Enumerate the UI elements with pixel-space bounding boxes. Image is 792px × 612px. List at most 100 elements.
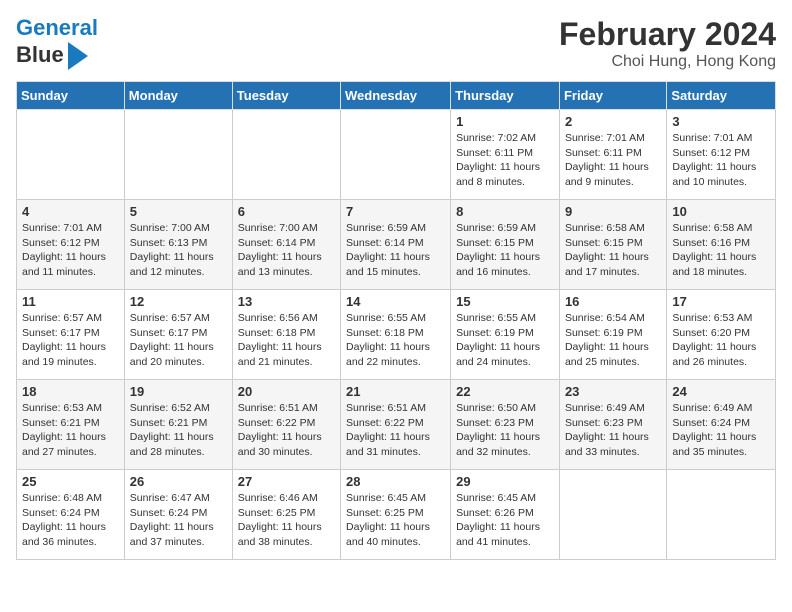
calendar-cell bbox=[559, 470, 666, 560]
calendar-cell bbox=[124, 110, 232, 200]
day-info: Sunrise: 6:55 AM Sunset: 6:19 PM Dayligh… bbox=[456, 311, 554, 370]
day-number: 9 bbox=[565, 204, 661, 219]
day-number: 14 bbox=[346, 294, 445, 309]
calendar-cell: 14 Sunrise: 6:55 AM Sunset: 6:18 PM Dayli… bbox=[341, 290, 451, 380]
calendar-cell: 15 Sunrise: 6:55 AM Sunset: 6:19 PM Dayli… bbox=[451, 290, 560, 380]
day-number: 16 bbox=[565, 294, 661, 309]
day-number: 8 bbox=[456, 204, 554, 219]
day-info: Sunrise: 6:58 AM Sunset: 6:16 PM Dayligh… bbox=[672, 221, 770, 280]
day-number: 10 bbox=[672, 204, 770, 219]
calendar-cell: 24Sunrise: 6:49 AM Sunset: 6:24 PM Dayli… bbox=[667, 380, 776, 470]
day-number: 22 bbox=[456, 384, 554, 399]
day-number: 27 bbox=[238, 474, 335, 489]
day-info: Sunrise: 6:51 AM Sunset: 6:22 PM Dayligh… bbox=[238, 401, 335, 460]
weekday-tuesday: Tuesday bbox=[232, 82, 340, 110]
weekday-monday: Monday bbox=[124, 82, 232, 110]
day-number: 18 bbox=[22, 384, 119, 399]
calendar-cell: 19 Sunrise: 6:52 AM Sunset: 6:21 PM Dayli… bbox=[124, 380, 232, 470]
calendar-cell: 4 Sunrise: 7:01 AM Sunset: 6:12 PM Daylig… bbox=[17, 200, 125, 290]
calendar-cell: 17Sunrise: 6:53 AM Sunset: 6:20 PM Dayli… bbox=[667, 290, 776, 380]
day-number: 29 bbox=[456, 474, 554, 489]
calendar-cell: 21Sunrise: 6:51 AM Sunset: 6:22 PM Dayli… bbox=[341, 380, 451, 470]
calendar-cell bbox=[341, 110, 451, 200]
day-info: Sunrise: 6:48 AM Sunset: 6:24 PM Dayligh… bbox=[22, 491, 119, 550]
calendar-cell: 13 Sunrise: 6:56 AM Sunset: 6:18 PM Dayli… bbox=[232, 290, 340, 380]
calendar-cell: 10 Sunrise: 6:58 AM Sunset: 6:16 PM Dayli… bbox=[667, 200, 776, 290]
calendar-cell: 9 Sunrise: 6:58 AM Sunset: 6:15 PM Daylig… bbox=[559, 200, 666, 290]
calendar-cell bbox=[17, 110, 125, 200]
weekday-saturday: Saturday bbox=[667, 82, 776, 110]
logo-blue: Blue bbox=[16, 43, 64, 67]
week-row-4: 18 Sunrise: 6:53 AM Sunset: 6:21 PM Dayli… bbox=[17, 380, 776, 470]
title-block: February 2024 Choi Hung, Hong Kong bbox=[559, 16, 776, 71]
day-info: Sunrise: 6:53 AM Sunset: 6:21 PM Dayligh… bbox=[22, 401, 119, 460]
page-header: General Blue February 2024 Choi Hung, Ho… bbox=[16, 16, 776, 71]
day-info: Sunrise: 6:55 AM Sunset: 6:18 PM Dayligh… bbox=[346, 311, 445, 370]
day-info: Sunrise: 7:00 AM Sunset: 6:14 PM Dayligh… bbox=[238, 221, 335, 280]
day-info: Sunrise: 6:59 AM Sunset: 6:14 PM Dayligh… bbox=[346, 221, 445, 280]
day-number: 15 bbox=[456, 294, 554, 309]
day-info: Sunrise: 6:50 AM Sunset: 6:23 PM Dayligh… bbox=[456, 401, 554, 460]
day-info: Sunrise: 6:56 AM Sunset: 6:18 PM Dayligh… bbox=[238, 311, 335, 370]
day-info: Sunrise: 7:01 AM Sunset: 6:12 PM Dayligh… bbox=[672, 131, 770, 190]
calendar-cell: 7 Sunrise: 6:59 AM Sunset: 6:14 PM Daylig… bbox=[341, 200, 451, 290]
day-info: Sunrise: 7:02 AM Sunset: 6:11 PM Dayligh… bbox=[456, 131, 554, 190]
day-info: Sunrise: 7:01 AM Sunset: 6:11 PM Dayligh… bbox=[565, 131, 661, 190]
day-info: Sunrise: 6:45 AM Sunset: 6:25 PM Dayligh… bbox=[346, 491, 445, 550]
day-number: 17 bbox=[672, 294, 770, 309]
day-info: Sunrise: 6:58 AM Sunset: 6:15 PM Dayligh… bbox=[565, 221, 661, 280]
day-number: 20 bbox=[238, 384, 335, 399]
calendar-cell bbox=[667, 470, 776, 560]
day-number: 4 bbox=[22, 204, 119, 219]
calendar-cell: 12 Sunrise: 6:57 AM Sunset: 6:17 PM Dayli… bbox=[124, 290, 232, 380]
day-number: 13 bbox=[238, 294, 335, 309]
weekday-sunday: Sunday bbox=[17, 82, 125, 110]
day-info: Sunrise: 6:49 AM Sunset: 6:23 PM Dayligh… bbox=[565, 401, 661, 460]
weekday-friday: Friday bbox=[559, 82, 666, 110]
week-row-1: 1Sunrise: 7:02 AM Sunset: 6:11 PM Daylig… bbox=[17, 110, 776, 200]
day-info: Sunrise: 7:01 AM Sunset: 6:12 PM Dayligh… bbox=[22, 221, 119, 280]
day-info: Sunrise: 6:52 AM Sunset: 6:21 PM Dayligh… bbox=[130, 401, 227, 460]
calendar-cell: 2 Sunrise: 7:01 AM Sunset: 6:11 PM Daylig… bbox=[559, 110, 666, 200]
calendar-cell: 6 Sunrise: 7:00 AM Sunset: 6:14 PM Daylig… bbox=[232, 200, 340, 290]
calendar-cell: 23 Sunrise: 6:49 AM Sunset: 6:23 PM Dayli… bbox=[559, 380, 666, 470]
day-info: Sunrise: 6:45 AM Sunset: 6:26 PM Dayligh… bbox=[456, 491, 554, 550]
day-number: 28 bbox=[346, 474, 445, 489]
day-info: Sunrise: 6:47 AM Sunset: 6:24 PM Dayligh… bbox=[130, 491, 227, 550]
calendar-cell: 5 Sunrise: 7:00 AM Sunset: 6:13 PM Daylig… bbox=[124, 200, 232, 290]
week-row-2: 4 Sunrise: 7:01 AM Sunset: 6:12 PM Daylig… bbox=[17, 200, 776, 290]
calendar-cell: 8Sunrise: 6:59 AM Sunset: 6:15 PM Daylig… bbox=[451, 200, 560, 290]
weekday-thursday: Thursday bbox=[451, 82, 560, 110]
day-number: 7 bbox=[346, 204, 445, 219]
calendar-cell: 29 Sunrise: 6:45 AM Sunset: 6:26 PM Dayli… bbox=[451, 470, 560, 560]
calendar-cell: 27Sunrise: 6:46 AM Sunset: 6:25 PM Dayli… bbox=[232, 470, 340, 560]
day-number: 2 bbox=[565, 114, 661, 129]
calendar-cell: 20 Sunrise: 6:51 AM Sunset: 6:22 PM Dayli… bbox=[232, 380, 340, 470]
day-number: 19 bbox=[130, 384, 227, 399]
calendar-cell: 25 Sunrise: 6:48 AM Sunset: 6:24 PM Dayli… bbox=[17, 470, 125, 560]
day-info: Sunrise: 6:54 AM Sunset: 6:19 PM Dayligh… bbox=[565, 311, 661, 370]
calendar-cell: 18 Sunrise: 6:53 AM Sunset: 6:21 PM Dayli… bbox=[17, 380, 125, 470]
day-number: 23 bbox=[565, 384, 661, 399]
calendar-cell: 16 Sunrise: 6:54 AM Sunset: 6:19 PM Dayli… bbox=[559, 290, 666, 380]
day-number: 12 bbox=[130, 294, 227, 309]
day-number: 25 bbox=[22, 474, 119, 489]
day-number: 26 bbox=[130, 474, 227, 489]
day-info: Sunrise: 6:57 AM Sunset: 6:17 PM Dayligh… bbox=[130, 311, 227, 370]
calendar-cell: 28 Sunrise: 6:45 AM Sunset: 6:25 PM Dayli… bbox=[341, 470, 451, 560]
calendar-header: SundayMondayTuesdayWednesdayThursdayFrid… bbox=[17, 82, 776, 110]
week-row-5: 25 Sunrise: 6:48 AM Sunset: 6:24 PM Dayli… bbox=[17, 470, 776, 560]
day-number: 6 bbox=[238, 204, 335, 219]
logo-arrow-icon bbox=[68, 42, 88, 70]
day-number: 24 bbox=[672, 384, 770, 399]
logo: General Blue bbox=[16, 16, 98, 70]
day-number: 5 bbox=[130, 204, 227, 219]
weekday-wednesday: Wednesday bbox=[341, 82, 451, 110]
calendar-cell bbox=[232, 110, 340, 200]
calendar-cell: 11Sunrise: 6:57 AM Sunset: 6:17 PM Dayli… bbox=[17, 290, 125, 380]
calendar-body: 1Sunrise: 7:02 AM Sunset: 6:11 PM Daylig… bbox=[17, 110, 776, 560]
day-info: Sunrise: 7:00 AM Sunset: 6:13 PM Dayligh… bbox=[130, 221, 227, 280]
weekday-header-row: SundayMondayTuesdayWednesdayThursdayFrid… bbox=[17, 82, 776, 110]
calendar-cell: 26 Sunrise: 6:47 AM Sunset: 6:24 PM Dayli… bbox=[124, 470, 232, 560]
calendar-cell: 3Sunrise: 7:01 AM Sunset: 6:12 PM Daylig… bbox=[667, 110, 776, 200]
